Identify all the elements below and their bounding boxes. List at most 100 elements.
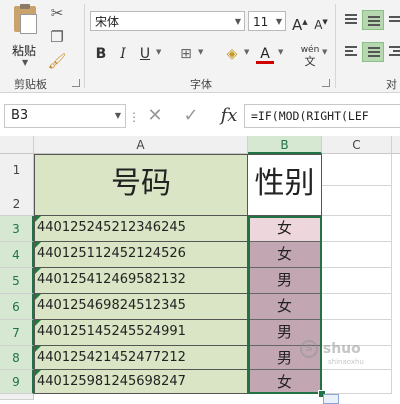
cell-c1[interactable] [322, 154, 392, 186]
row-header-4[interactable]: 4 [0, 242, 34, 268]
font-launcher-icon[interactable] [322, 79, 330, 87]
chevron-down-icon: ▼ [114, 111, 121, 120]
clipboard-launcher-icon[interactable] [72, 79, 80, 87]
enter-icon[interactable]: ✓ [178, 104, 204, 128]
row-header-6[interactable]: 6 [0, 294, 34, 320]
error-indicator-icon [35, 346, 41, 352]
font-name-value: 宋体 [95, 15, 120, 29]
cell-c3[interactable] [322, 216, 392, 242]
italic-button[interactable]: I [114, 44, 132, 64]
cell-c4[interactable] [322, 242, 392, 268]
font-size-select[interactable]: 11 ▼ [248, 11, 286, 31]
chevron-down-icon: ▼ [275, 17, 282, 26]
font-size-value: 11 [253, 15, 269, 29]
paste-sheet-icon [20, 14, 37, 34]
shrink-font-button[interactable]: A▼ [314, 12, 328, 32]
gender-cell[interactable]: 女 [248, 294, 322, 320]
select-all-corner[interactable] [0, 136, 34, 154]
formula-input[interactable]: =IF(MOD(RIGHT(LEF [244, 104, 400, 128]
row-header-2[interactable]: 2 [0, 186, 34, 216]
phonetic-button[interactable]: wén 文 [298, 44, 322, 68]
format-painter-icon[interactable]: 🖌 [46, 52, 68, 70]
cut-icon[interactable]: ✂ [46, 4, 68, 22]
clipboard-group-label: 剪贴板 [14, 78, 47, 91]
font-group-label: 字体 [190, 78, 212, 91]
paste-button[interactable]: 粘贴 ▼ [6, 4, 44, 67]
id-cell[interactable]: 440125145245524991 [34, 320, 248, 346]
chevron-down-icon: ▼ [234, 17, 241, 26]
column-header-b[interactable]: B [248, 136, 322, 154]
name-box-value: B3 [11, 108, 29, 123]
underline-dropdown-icon[interactable]: ▼ [156, 48, 161, 56]
quick-analysis-icon[interactable] [323, 394, 339, 404]
paste-label: 粘贴 [12, 44, 37, 58]
column-header-c[interactable]: C [322, 136, 392, 154]
group-divider [335, 4, 336, 88]
font-name-select[interactable]: 宋体 ▼ [90, 11, 245, 31]
gender-cell[interactable]: 男 [248, 268, 322, 294]
row-header-3[interactable]: 3 [0, 216, 34, 242]
error-indicator-icon [35, 268, 41, 274]
font-color-dropdown-icon[interactable]: ▼ [278, 48, 283, 56]
copy-icon[interactable]: ❐ [46, 28, 68, 46]
watermark-logo: S shuo shinaoxhu [300, 340, 380, 366]
bold-button[interactable]: B [92, 44, 110, 64]
fill-color-icon[interactable]: ◈ [222, 44, 242, 64]
cell-c6[interactable] [322, 294, 392, 320]
align-right-button[interactable] [384, 42, 400, 62]
group-divider [84, 4, 85, 88]
font-color-button[interactable]: A [256, 44, 274, 64]
watermark-subtext: shinaoxhu [328, 358, 364, 366]
formula-bar: B3 ▼ ⋮ ✕ ✓ fx =IF(MOD(RIGHT(LEF [0, 100, 400, 130]
column-header-a[interactable]: A [34, 136, 248, 154]
align-center-button[interactable] [362, 42, 384, 62]
align-top-button[interactable] [340, 10, 362, 30]
error-indicator-icon [35, 320, 41, 326]
watermark-icon: S [300, 340, 318, 358]
align-middle-button[interactable] [362, 10, 384, 30]
row-header-5[interactable]: 5 [0, 268, 34, 294]
paste-dropdown-icon[interactable]: ▼ [22, 58, 28, 67]
phonetic-label: wén [300, 45, 320, 55]
row-header-10[interactable] [0, 394, 34, 400]
gender-cell[interactable]: 女 [248, 370, 322, 394]
cancel-icon[interactable]: ✕ [142, 104, 168, 128]
borders-dropdown-icon[interactable]: ▼ [198, 48, 203, 56]
phonetic-dropdown-icon[interactable]: ▼ [322, 48, 327, 56]
cell-c2[interactable] [322, 186, 392, 216]
id-cell[interactable]: 440125981245698247 [34, 370, 248, 394]
grow-font-icon: A [292, 16, 303, 34]
insert-function-button[interactable]: fx [216, 104, 242, 128]
alignment-group-label: 对 [386, 78, 397, 91]
cell-c5[interactable] [322, 268, 392, 294]
row-header-9[interactable]: 9 [0, 370, 34, 394]
id-cell[interactable]: 440125421452477212 [34, 346, 248, 370]
error-indicator-icon [35, 294, 41, 300]
underline-button[interactable]: U [136, 44, 154, 64]
borders-icon[interactable]: ⊞ [176, 44, 196, 64]
grip-dots-icon: ⋮ [128, 110, 140, 124]
gender-cell[interactable]: 女 [248, 242, 322, 268]
id-cell[interactable]: 440125469824512345 [34, 294, 248, 320]
row-header-7[interactable]: 7 [0, 320, 34, 346]
id-cell[interactable]: 440125245212346245 [34, 216, 248, 242]
column-header-d[interactable] [392, 136, 400, 154]
grow-font-button[interactable]: A▲ [292, 12, 308, 34]
watermark-text: shuo [322, 341, 361, 357]
cell-c9[interactable] [322, 370, 392, 394]
header-cell-number[interactable]: 号码 [34, 154, 248, 216]
ribbon: 粘贴 ▼ ✂ ❐ 🖌 剪贴板 宋体 ▼ 11 ▼ A▲ A▼ B I U ▼ ⊞… [0, 0, 400, 93]
gender-cell[interactable]: 女 [248, 216, 322, 242]
row-header-8[interactable]: 8 [0, 346, 34, 370]
fill-dropdown-icon[interactable]: ▼ [244, 48, 249, 56]
align-left-button[interactable] [340, 42, 362, 62]
id-cell[interactable]: 440125412469582132 [34, 268, 248, 294]
name-box[interactable]: B3 ▼ [4, 104, 126, 128]
header-cell-gender[interactable]: 性别 [248, 154, 322, 216]
error-indicator-icon [35, 370, 41, 376]
spreadsheet-grid: A B C 1 2 3 4 5 6 7 8 9 号码 性别 4401252452… [0, 136, 400, 404]
error-indicator-icon [35, 216, 41, 222]
id-cell[interactable]: 440125112452124526 [34, 242, 248, 268]
error-indicator-icon [35, 242, 41, 248]
align-bottom-button[interactable] [384, 10, 400, 30]
